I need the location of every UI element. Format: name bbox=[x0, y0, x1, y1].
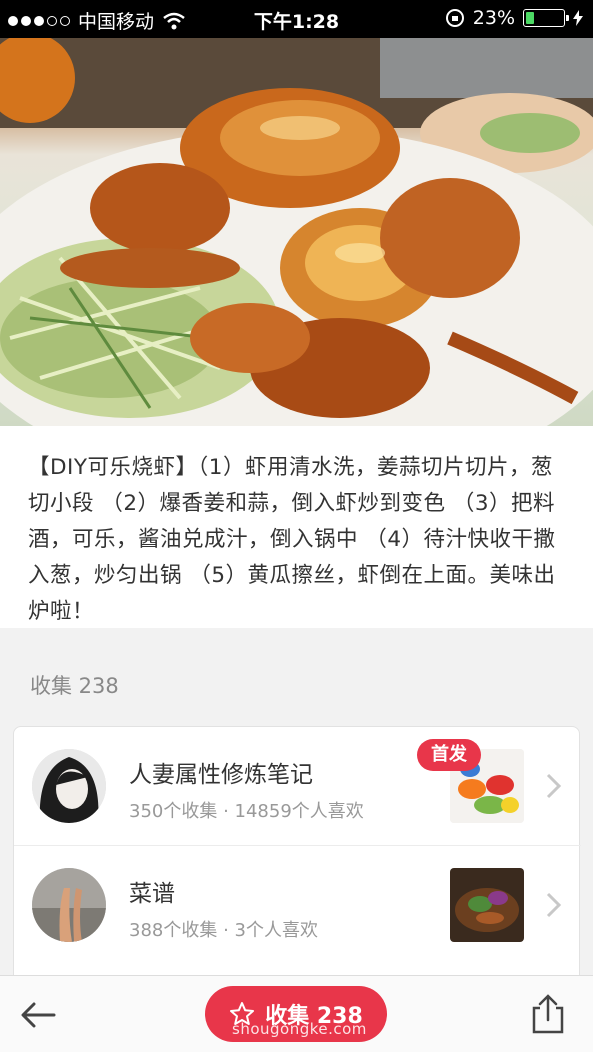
list-item[interactable]: 菜谱 388个收集 · 3个人喜欢 bbox=[14, 845, 581, 963]
charging-bolt-icon bbox=[573, 10, 583, 26]
collection-title: 菜谱 bbox=[129, 881, 175, 907]
status-right: 23% bbox=[445, 7, 583, 29]
first-release-badge: 首发 bbox=[417, 739, 481, 771]
list-item[interactable]: 人妻属性修炼笔记 350个收集 · 14859个人喜欢 首发 bbox=[14, 727, 581, 845]
orientation-lock-icon bbox=[445, 9, 464, 27]
chevron-right-icon bbox=[546, 773, 562, 799]
collection-stats: 388个收集 · 3个人喜欢 bbox=[129, 920, 318, 941]
battery-percent: 23% bbox=[472, 7, 515, 29]
battery-icon bbox=[523, 9, 569, 27]
recipe-photo[interactable] bbox=[0, 38, 593, 426]
chevron-right-icon bbox=[546, 892, 562, 918]
collection-stats: 350个收集 · 14859个人喜欢 bbox=[129, 801, 364, 822]
collections-list: 人妻属性修炼笔记 350个收集 · 14859个人喜欢 首发 菜谱 388个收集… bbox=[13, 726, 581, 996]
watermark: shougongke.com bbox=[232, 1020, 367, 1038]
dish-illustration bbox=[0, 38, 593, 426]
collection-title: 人妻属性修炼笔记 bbox=[129, 762, 313, 788]
status-bar: 中国移动 下午1:28 23% bbox=[0, 0, 593, 38]
recipe-description: 【DIY可乐烧虾】（1）虾用清水洗，姜蒜切片切片，葱切小段 （2）爆香姜和蒜，倒… bbox=[0, 426, 593, 628]
back-arrow-icon[interactable] bbox=[18, 998, 58, 1032]
bottom-toolbar: 收集 238 bbox=[0, 975, 593, 1052]
avatar bbox=[32, 868, 106, 942]
collections-title: 收集 238 bbox=[30, 674, 119, 698]
collection-thumbnail bbox=[450, 868, 524, 942]
share-icon[interactable] bbox=[530, 994, 566, 1034]
avatar bbox=[32, 749, 106, 823]
